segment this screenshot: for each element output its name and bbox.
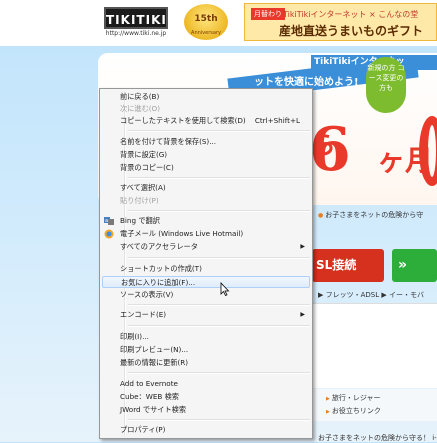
menu-item-label: 名前を付けて背景を保存(S)...	[120, 137, 217, 146]
menu-item-add-favorites[interactable]: お気に入りに追加(F)...	[102, 276, 310, 288]
content-panel	[311, 303, 437, 388]
mouse-cursor-icon	[220, 282, 230, 296]
menu-item-save-background[interactable]: 名前を付けて背景を保存(S)...	[102, 136, 310, 148]
menu-item-label: お気に入りに追加(F)...	[121, 278, 196, 287]
menu-item-create-shortcut[interactable]: ショートカットの作成(T)	[102, 263, 310, 275]
promo-banner-tag: 月替わり	[251, 8, 285, 20]
menu-separator	[128, 257, 310, 259]
kids-safety-link[interactable]: お子さまをネットの危険から守	[318, 210, 423, 220]
menu-item-label: 電子メール (Windows Live Hotmail)	[120, 229, 244, 238]
menu-item-print[interactable]: 印刷(I)...	[102, 331, 310, 343]
menu-item-cube-search[interactable]: Cube：WEB 検索	[102, 391, 310, 403]
submenu-arrow-icon: ▶	[300, 243, 305, 250]
menu-item-label: 背景のコピー(C)	[120, 163, 174, 172]
campaign-subtitle: ットを快適に始めよう!	[254, 77, 359, 88]
anniversary-number: 15th	[194, 14, 218, 24]
menu-item-jword-search[interactable]: JWord でサイト検索	[102, 404, 310, 416]
menu-item-copy-background[interactable]: 背景のコピー(C)	[102, 162, 310, 174]
menu-separator	[128, 177, 310, 179]
menu-item-select-all[interactable]: すべて選択(A)	[102, 182, 310, 194]
menu-item-label: Bing で翻訳	[120, 216, 160, 225]
menu-item-label: すべて選択(A)	[120, 183, 166, 192]
site-logo[interactable]: TIKITIKI	[104, 7, 168, 29]
menu-item-label: 前に戻る(B)	[120, 92, 160, 101]
menu-item-label: 貼り付け(P)	[120, 196, 159, 205]
promo-banner-line1: TikiTikiインターネット × こんなの堂	[283, 10, 419, 19]
menu-separator	[128, 419, 310, 421]
submenu-arrow-icon: ▶	[300, 311, 305, 318]
menu-separator	[128, 325, 310, 327]
menu-item-label: エンコード(E)	[120, 310, 167, 319]
menu-item-label: 次に進む(O)	[120, 104, 161, 113]
menu-item-label: JWord でサイト検索	[120, 405, 187, 414]
menu-item-label: ソースの表示(V)	[120, 290, 174, 299]
menu-separator	[128, 372, 310, 374]
svg-text:a: a	[105, 218, 108, 224]
menu-item-label: 印刷(I)...	[120, 332, 149, 341]
menu-item-label: 印刷プレビュー(N)...	[120, 345, 189, 354]
menu-item-search-copied[interactable]: コピーしたテキストを使用して検索(D) Ctrl+Shift+L	[102, 115, 310, 127]
context-menu: 前に戻る(B) 次に進む(O) コピーしたテキストを使用して検索(D) Ctrl+…	[99, 88, 313, 439]
menu-item-all-accelerators[interactable]: すべてのアクセラレータ ▶	[102, 241, 310, 253]
site-logo-url: http://www.tiki.ne.jp	[105, 30, 167, 37]
menu-separator	[128, 304, 310, 306]
menu-item-label: プロパティ(P)	[120, 425, 166, 434]
menu-item-set-background[interactable]: 背景に設定(G)	[102, 149, 310, 161]
menu-item-paste[interactable]: 貼り付け(P)	[102, 195, 310, 207]
menu-item-label: すべてのアクセラレータ	[120, 242, 198, 251]
travel-link[interactable]: 旅行・レジャー	[326, 393, 381, 403]
menu-item-encoding[interactable]: エンコード(E) ▶	[102, 309, 310, 321]
menu-item-label: ショートカットの作成(T)	[120, 264, 202, 273]
useful-links-link[interactable]: お役立ちリンク	[326, 406, 381, 416]
campaign-pill: 新規の方 コース変更の方も	[366, 57, 406, 113]
anniversary-label: Anniversary	[191, 30, 221, 36]
menu-item-label: 背景に設定(G)	[120, 150, 168, 159]
menu-item-refresh[interactable]: 最新の情報に更新(R)	[102, 357, 310, 369]
menu-item-label: コピーしたテキストを使用して検索(D)	[120, 116, 246, 125]
menu-item-label: Cube：WEB 検索	[120, 392, 179, 401]
campaign-big-number: 6	[309, 115, 351, 185]
next-button[interactable]: »	[392, 249, 437, 282]
email-icon	[104, 229, 114, 239]
menu-item-label: 最新の情報に更新(R)	[120, 358, 189, 367]
menu-item-properties[interactable]: プロパティ(P)	[102, 424, 310, 436]
adsl-button[interactable]: SL接続	[312, 249, 384, 282]
menu-item-forward[interactable]: 次に進む(O)	[102, 103, 310, 115]
menu-separator	[128, 210, 310, 212]
menu-item-bing-translate[interactable]: a Bing で翻訳	[102, 215, 310, 227]
promo-banner-line2: 産地直送うまいものギフト	[279, 24, 424, 38]
menu-item-back[interactable]: 前に戻る(B)	[102, 91, 310, 103]
menu-item-email-hotmail[interactable]: 電子メール (Windows Live Hotmail)	[102, 228, 310, 240]
menu-item-print-preview[interactable]: 印刷プレビュー(N)...	[102, 344, 310, 356]
menu-item-view-source[interactable]: ソースの表示(V)	[102, 289, 310, 301]
menu-item-add-evernote[interactable]: Add to Evernote	[102, 378, 310, 390]
menu-separator	[128, 130, 310, 132]
translate-icon: a	[104, 217, 114, 225]
menu-item-shortcut: Ctrl+Shift+L	[254, 116, 300, 125]
service-links[interactable]: ▶ フレッツ・ADSL ▶ イー・モバ	[318, 290, 424, 300]
promo-banner[interactable]: 月替わり TikiTikiインターネット × こんなの堂 産地直送うまいものギフ…	[244, 3, 437, 41]
menu-item-label: Add to Evernote	[120, 379, 178, 388]
